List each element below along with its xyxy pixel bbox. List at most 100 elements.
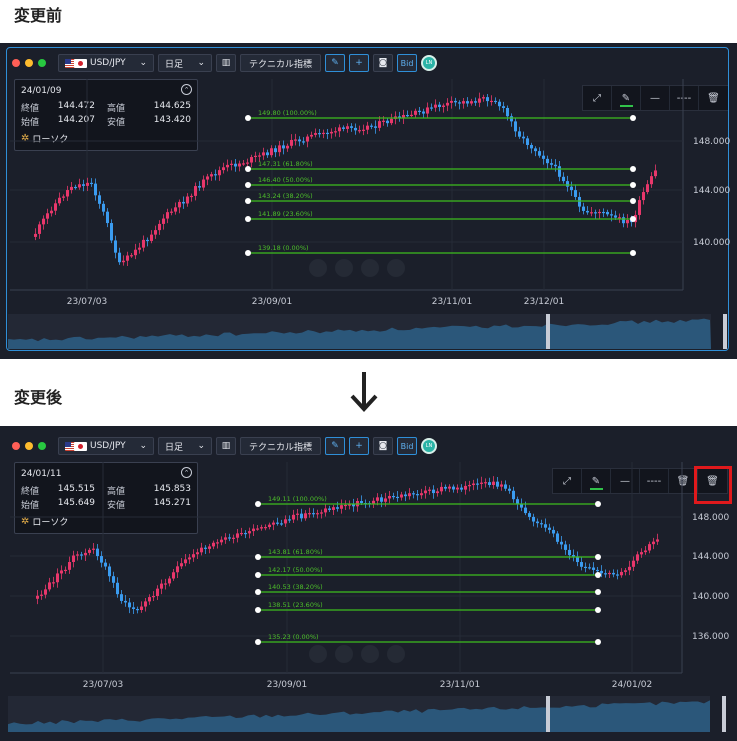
candle [518, 131, 521, 137]
candle [466, 101, 469, 104]
candle [430, 107, 433, 109]
candle [100, 556, 103, 563]
y-tick-label: 136.000 [692, 632, 729, 642]
fib-handle-right [595, 639, 601, 645]
candle [372, 500, 375, 504]
candle [438, 104, 441, 107]
candle [558, 166, 561, 177]
candle [146, 239, 149, 242]
candle [236, 533, 239, 538]
candle [582, 206, 585, 211]
candle [388, 495, 391, 499]
candle [200, 547, 203, 553]
candle [108, 566, 111, 577]
candle [246, 162, 249, 164]
fib-level-label: 149.80 (100.00%) [258, 109, 317, 117]
candle [190, 195, 193, 198]
fib-handle-left [245, 115, 251, 121]
candle [492, 481, 495, 486]
candle [446, 102, 449, 106]
candle [44, 589, 47, 595]
candle [62, 196, 65, 198]
candle [296, 513, 299, 515]
candle [382, 120, 385, 122]
candle [322, 132, 325, 135]
fib-level-label: 135.23 (0.00%) [268, 633, 319, 641]
candle [358, 130, 361, 132]
candle [232, 537, 235, 539]
x-tick-label: 24/01/02 [612, 680, 652, 690]
candle [590, 212, 593, 214]
candle [268, 524, 271, 528]
candle [546, 158, 549, 164]
candle [166, 212, 169, 219]
candle [548, 527, 551, 530]
candle [378, 121, 381, 128]
chart-nav-button [335, 645, 353, 663]
candle [96, 548, 99, 557]
candle [152, 595, 155, 598]
candle [276, 522, 279, 524]
candle [134, 249, 137, 256]
candle [144, 601, 147, 607]
candle [568, 549, 571, 556]
candle [534, 148, 537, 152]
candle [538, 151, 541, 156]
candle [292, 514, 295, 520]
candle [396, 496, 399, 499]
candle [464, 485, 467, 490]
candle [148, 597, 151, 602]
chart-nav-button [387, 259, 405, 277]
candle [354, 127, 357, 131]
candle [132, 607, 135, 610]
candle [60, 570, 63, 574]
candle [116, 582, 119, 595]
candle [140, 606, 143, 611]
candle [584, 566, 587, 569]
fib-level-label: 146.40 (50.00%) [258, 176, 313, 184]
candle [488, 482, 491, 486]
candle [162, 218, 165, 224]
candle [40, 594, 43, 596]
price-chart-before: 148.000 144.000 140.000 23/07/03 23/09/01 23/… [8, 79, 730, 349]
candle [90, 182, 93, 185]
x-tick-label: 23/11/01 [432, 297, 472, 307]
candle [544, 524, 547, 528]
candle [462, 101, 465, 104]
candle [484, 482, 487, 484]
candle [468, 485, 471, 487]
candle [478, 98, 481, 103]
candle [332, 507, 335, 510]
candle [238, 163, 241, 167]
candle [404, 494, 407, 497]
candle [302, 141, 305, 143]
candle [208, 546, 211, 549]
candle [436, 491, 439, 494]
candle [444, 486, 447, 489]
after-label: 変更後 [14, 388, 63, 407]
candle [626, 220, 629, 224]
candle [260, 527, 263, 529]
candle [158, 223, 161, 231]
candle [182, 201, 185, 204]
candle [38, 224, 41, 234]
candle [350, 126, 353, 128]
candle [490, 100, 493, 103]
candle [424, 490, 427, 494]
candle [82, 184, 85, 186]
fib-level-label: 147.31 (61.80%) [258, 160, 313, 168]
candle [494, 100, 497, 103]
candle [286, 145, 289, 149]
candle [324, 508, 327, 513]
candle [160, 583, 163, 589]
x-tick-label: 23/11/01 [440, 680, 480, 690]
candle [76, 554, 79, 556]
candle [326, 132, 329, 135]
candle [330, 131, 333, 134]
candle [320, 512, 323, 514]
candle [174, 207, 177, 212]
fib-handle-left [255, 607, 261, 613]
candle [522, 136, 525, 139]
navigator-handle-right [722, 696, 726, 732]
candle [170, 211, 173, 213]
